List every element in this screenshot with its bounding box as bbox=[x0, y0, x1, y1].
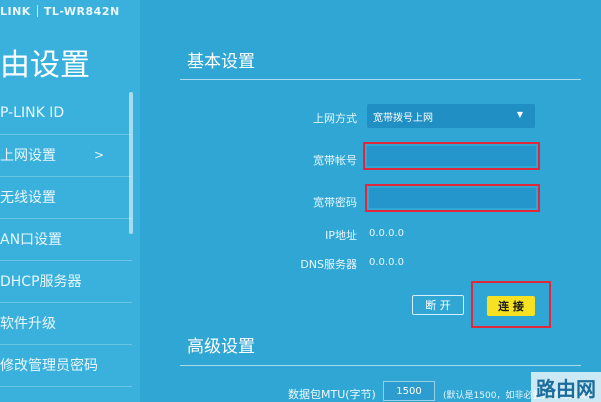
mtu-label: 数据包MTU(字节) bbox=[288, 388, 376, 401]
sidebar-item-label: 上网设置 bbox=[0, 148, 56, 164]
sidebar-item-label: P-LINK ID bbox=[0, 105, 65, 121]
dns-label: DNS服务器 bbox=[300, 258, 357, 271]
mtu-input[interactable]: 1500 bbox=[383, 381, 435, 401]
basic-settings-title: 基本设置 bbox=[187, 52, 255, 72]
sidebar-title: 由设置 bbox=[0, 48, 90, 83]
sidebar-item-label: DHCP服务器 bbox=[0, 274, 82, 290]
password-input[interactable] bbox=[369, 188, 536, 208]
chevron-right-icon: > bbox=[94, 148, 105, 162]
password-label: 宽带密码 bbox=[313, 196, 357, 209]
sidebar: LINK TL-WR842N 由设置 P-LINK ID 上网设置 > 无线设置… bbox=[0, 0, 140, 402]
sidebar-item-label: 无线设置 bbox=[0, 190, 56, 206]
sidebar-item-admin-password[interactable]: 修改管理员密码 bbox=[0, 344, 132, 387]
sidebar-item-label: 修改管理员密码 bbox=[0, 358, 98, 374]
connection-type-label: 上网方式 bbox=[313, 112, 357, 125]
advanced-settings-divider bbox=[180, 365, 581, 366]
connection-type-select[interactable]: 宽带拨号上网 ▼ bbox=[367, 104, 535, 128]
sidebar-item-internet[interactable]: 上网设置 > bbox=[0, 134, 132, 177]
model-name: TL-WR842N bbox=[43, 4, 120, 18]
connect-button[interactable]: 连 接 bbox=[487, 296, 535, 316]
site-watermark: 路由网 bbox=[531, 372, 601, 402]
advanced-settings-title: 高级设置 bbox=[187, 337, 255, 357]
brand-separator bbox=[36, 5, 38, 17]
ip-address-label: IP地址 bbox=[325, 229, 357, 242]
ip-address-value: 0.0.0.0 bbox=[369, 228, 404, 239]
connection-type-value: 宽带拨号上网 bbox=[373, 112, 433, 124]
sidebar-item-lan[interactable]: AN口设置 bbox=[0, 218, 132, 261]
sidebar-item-upgrade[interactable]: 软件升级 bbox=[0, 302, 132, 345]
sidebar-item-dhcp[interactable]: DHCP服务器 bbox=[0, 260, 132, 303]
dropdown-arrow-icon: ▼ bbox=[516, 110, 523, 119]
account-input[interactable] bbox=[367, 146, 536, 166]
account-label: 宽带帐号 bbox=[313, 154, 357, 167]
sidebar-item-tplink-id[interactable]: P-LINK ID bbox=[0, 92, 132, 135]
dns-value: 0.0.0.0 bbox=[369, 257, 404, 268]
disconnect-button[interactable]: 断 开 bbox=[412, 295, 464, 315]
brand-logo: LINK bbox=[0, 4, 31, 18]
sidebar-item-label: 软件升级 bbox=[0, 316, 56, 332]
brand-bar: LINK TL-WR842N bbox=[0, 0, 140, 22]
sidebar-item-wireless[interactable]: 无线设置 bbox=[0, 176, 132, 219]
main-panel: 基本设置 上网方式 宽带拨号上网 ▼ 宽带帐号 宽带密码 IP地址 0.0.0.… bbox=[140, 0, 601, 402]
sidebar-item-label: AN口设置 bbox=[0, 232, 63, 248]
basic-settings-divider bbox=[180, 79, 581, 80]
